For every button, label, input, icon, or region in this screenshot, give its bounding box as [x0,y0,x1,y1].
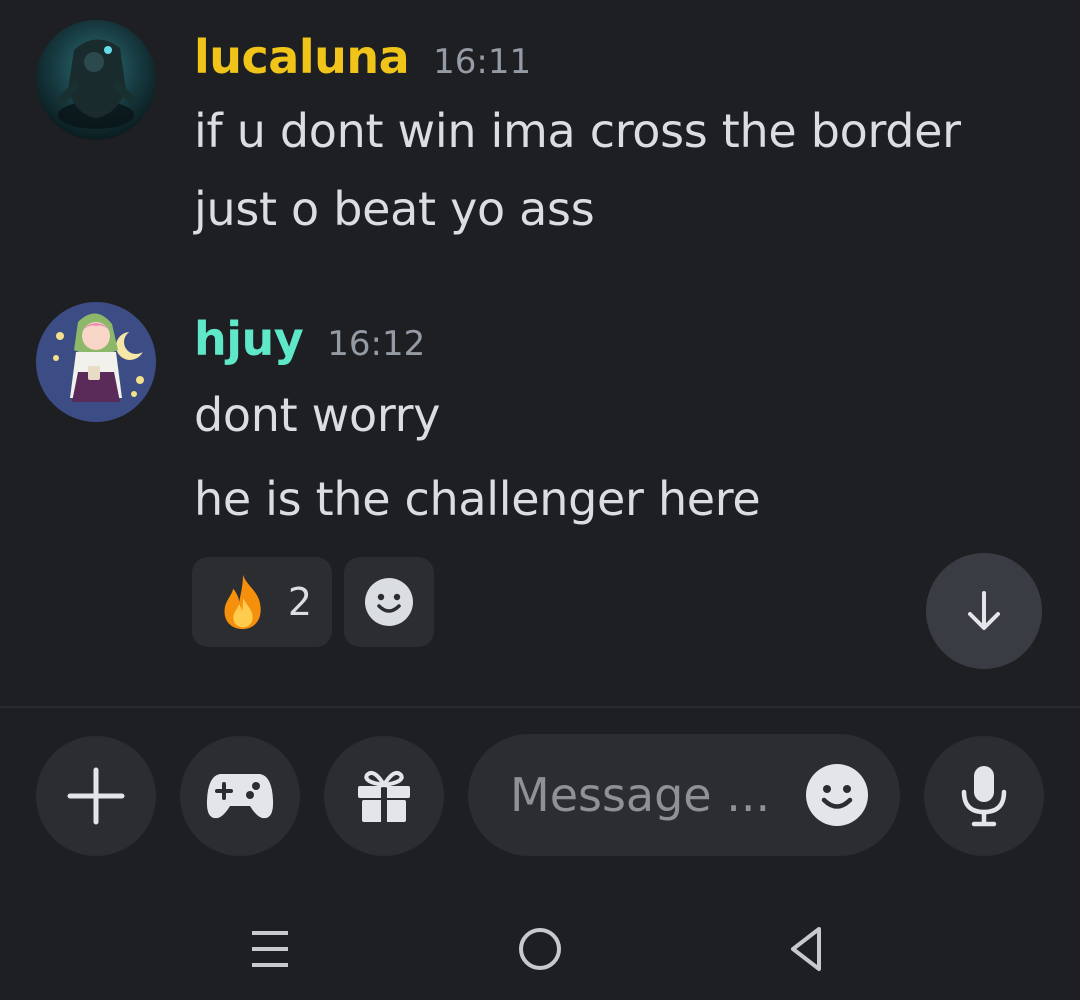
smile-icon [365,578,413,626]
gift-icon [358,771,410,822]
activities-button[interactable] [180,736,300,856]
divider [0,706,1080,708]
timestamp: 16:12 [327,324,426,364]
recent-apps-button[interactable] [235,914,305,984]
back-icon [791,927,821,971]
anime-girl-avatar-icon [36,302,156,422]
fire-emoji-icon [224,574,261,630]
scroll-to-bottom-button[interactable] [926,553,1042,669]
message-text[interactable]: he is the challenger here [194,472,761,526]
recent-apps-icon [252,931,288,967]
avatar[interactable] [36,20,156,140]
add-reaction-button[interactable] [344,557,434,647]
dark-character-avatar-icon [36,20,156,140]
message-text[interactable]: dont worry [194,388,440,442]
system-navigation-bar [0,900,1080,1000]
username[interactable]: lucaluna [194,30,410,84]
home-icon [519,928,561,970]
plus-icon [67,767,125,825]
chat-screen: lucaluna 16:11 if u dont win ima cross t… [0,0,1080,1000]
username[interactable]: hjuy [194,312,304,366]
reaction-count: 2 [287,580,313,624]
gamepad-icon [206,774,274,819]
message-text[interactable]: if u dont win ima cross the border [194,104,961,158]
message-text[interactable]: just o beat yo ass [194,182,595,236]
message-placeholder: Message ... [510,768,771,822]
attach-button[interactable] [36,736,156,856]
back-button[interactable] [772,914,842,984]
reaction-fire[interactable]: 2 [192,557,332,647]
message-header: lucaluna 16:11 [194,30,531,84]
home-button[interactable] [505,914,575,984]
microphone-icon [961,766,1007,827]
gift-button[interactable] [324,736,444,856]
avatar[interactable] [36,302,156,422]
smile-icon[interactable] [804,762,870,828]
timestamp: 16:11 [433,42,532,82]
arrow-down-icon [968,591,1000,630]
voice-message-button[interactable] [924,736,1044,856]
message-input[interactable]: Message ... [468,734,900,856]
message-header: hjuy 16:12 [194,312,425,366]
